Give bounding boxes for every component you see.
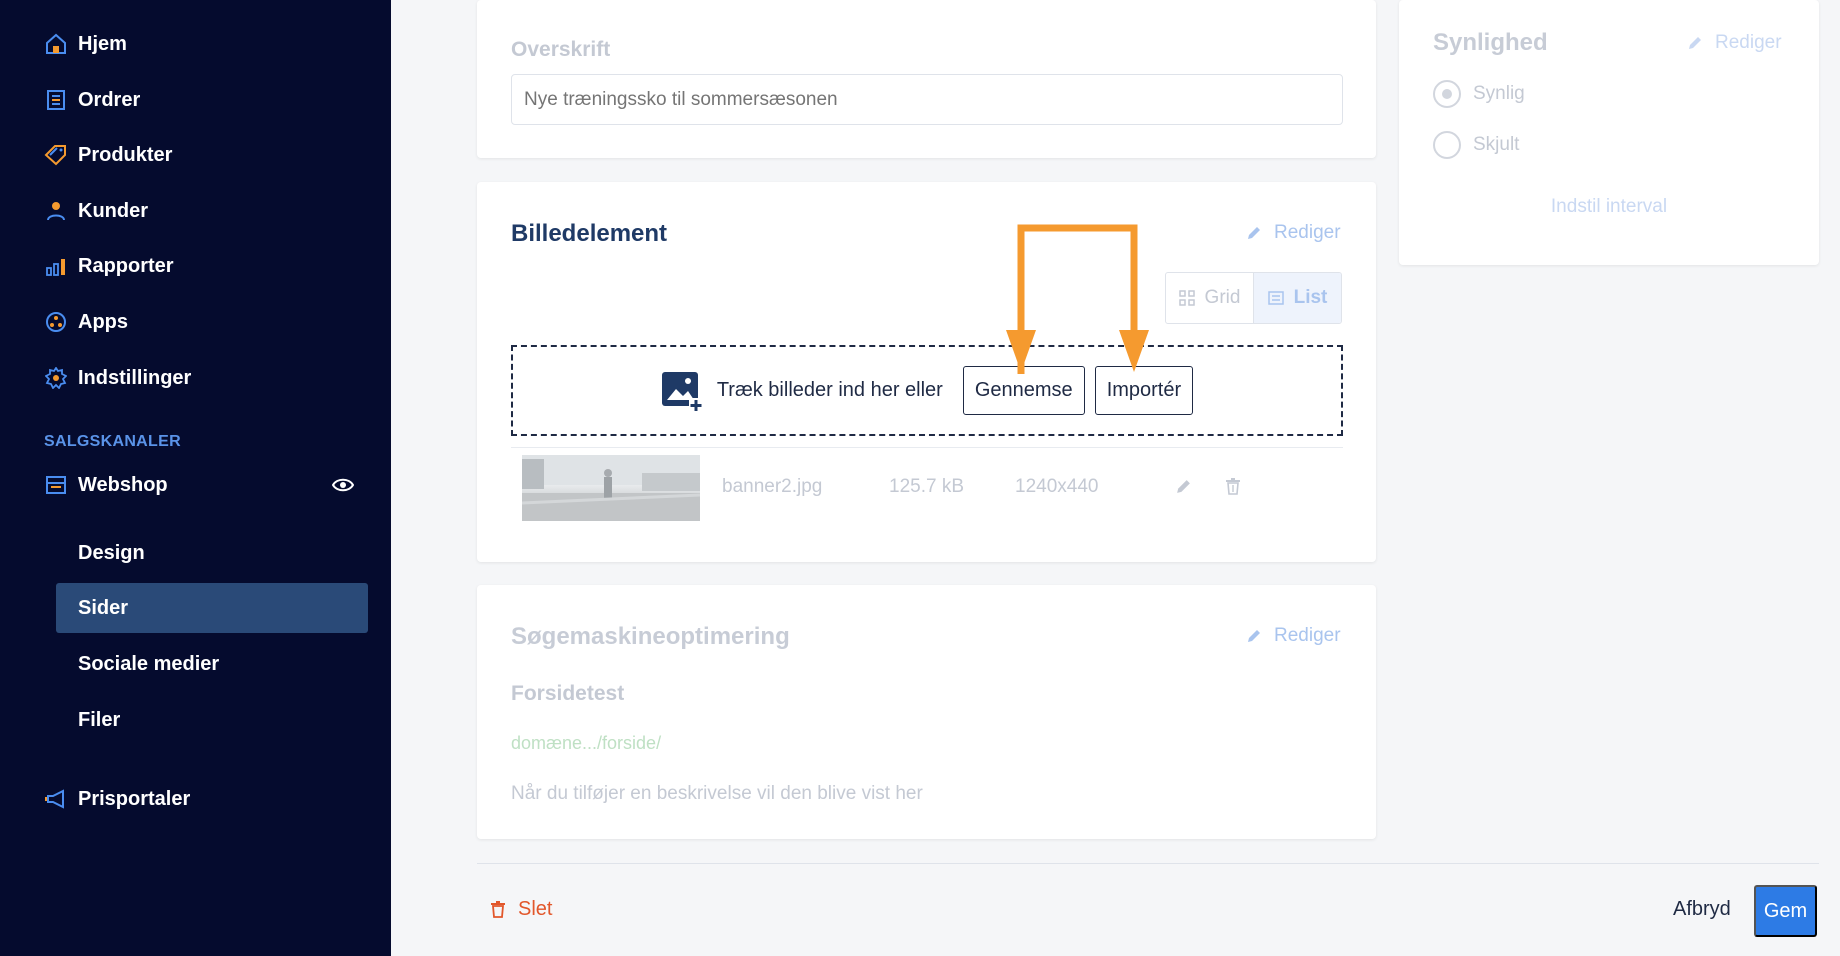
nav-item-kunder[interactable]: Kunder [44,196,148,226]
cancel-button[interactable]: Afbryd [1673,898,1731,921]
gear-icon [44,366,68,390]
sidebar: Hjem Ordrer Produkter Kunder Rapporter A… [0,0,391,956]
nav-item-label: Indstillinger [78,366,192,389]
nav-item-label: Hjem [78,32,127,55]
seo-card: Søgemaskineoptimering Rediger Forsidetes… [477,585,1376,839]
heading-field-label: Overskrift [511,38,611,61]
pencil-icon [1689,37,1701,49]
browse-button[interactable]: Gennemse [962,366,1085,415]
dropzone-text: Træk billeder ind her eller [716,379,943,401]
nav-item-label: Rapporter [78,254,174,277]
list-view-button[interactable]: List [1253,273,1341,323]
file-row: banner2.jpg 125.7 kB 1240x440 [511,447,1343,527]
file-size: 125.7 kB [889,476,964,497]
trash-icon[interactable] [1225,478,1241,500]
heading-card: Overskrift [477,0,1376,158]
home-icon [44,32,68,56]
nav-item-label: Produkter [78,143,173,166]
sidebar-item-design[interactable]: Design [56,528,368,578]
nav-item-label: Ordrer [78,88,141,111]
nav-item-webshop[interactable]: Webshop [44,470,168,500]
nav-item-ordrer[interactable]: Ordrer [44,85,140,115]
nav-item-produkter[interactable]: Produkter [44,140,172,170]
sidebar-item-sociale-medier[interactable]: Sociale medier [56,639,368,689]
apps-icon [44,310,68,334]
nav-item-hjem[interactable]: Hjem [44,29,127,59]
nav-item-apps[interactable]: Apps [44,307,128,337]
edit-label: Rediger [1715,32,1782,53]
radio-skjult[interactable]: Skjult [1433,131,1519,159]
file-name: banner2.jpg [722,476,823,497]
bar-chart-icon [44,254,68,278]
grid-icon [1178,290,1195,306]
nav-item-label: Webshop [78,473,168,496]
radio-indicator [1433,80,1461,108]
card-title: Søgemaskineoptimering [511,623,790,650]
footer-divider [477,863,1819,864]
card-title: Synlighed [1433,29,1548,56]
delete-button[interactable]: Slet [490,898,552,921]
seo-url: domæne.../forside/ [511,733,662,753]
edit-button[interactable]: Rediger [1687,32,1782,54]
image-element-card: Billedelement Rediger Grid List Træk bil… [477,182,1376,562]
tag-icon [44,143,68,167]
radio-label: Synlig [1473,83,1525,104]
pencil-icon [1248,227,1260,239]
store-icon [44,473,68,497]
import-button[interactable]: Importér [1094,366,1194,415]
radio-synlig[interactable]: Synlig [1433,80,1525,108]
view-toggle: Grid List [1165,272,1342,324]
sidebar-item-sider[interactable]: Sider [56,583,368,633]
image-dropzone[interactable]: Træk billeder ind her eller Gennemse Imp… [511,345,1343,436]
seo-page-title: Forsidetest [511,682,625,705]
nav-item-label: Kunder [78,199,148,222]
megaphone-icon [44,787,68,811]
orders-icon [44,88,68,112]
set-interval-link[interactable]: Indstil interval [1399,196,1819,218]
list-label: List [1293,287,1328,308]
pencil-icon [1248,630,1260,642]
grid-view-button[interactable]: Grid [1166,273,1253,323]
edit-label: Rediger [1274,222,1341,243]
radio-label: Skjult [1473,134,1520,155]
file-dimensions: 1240x440 [1015,476,1099,497]
section-label-salgskanaler: SALGSKANALER [44,433,181,450]
list-icon [1267,291,1284,305]
edit-button[interactable]: Rediger [1246,625,1341,647]
edit-button[interactable]: Rediger [1246,222,1341,244]
nav-item-rapporter[interactable]: Rapporter [44,251,174,281]
nav-item-prisportaler[interactable]: Prisportaler [44,784,190,814]
grid-label: Grid [1204,287,1241,308]
eye-icon[interactable] [331,474,355,496]
edit-label: Rediger [1274,625,1341,646]
nav-item-label: Prisportaler [78,787,191,810]
user-icon [44,199,68,223]
image-add-icon [661,371,703,412]
seo-description: Når du tilføjer en beskrivelse vil den b… [511,783,923,804]
sidebar-item-filer[interactable]: Filer [56,695,368,745]
save-button[interactable]: Gem [1754,885,1817,937]
card-title: Billedelement [511,220,668,247]
image-thumbnail[interactable] [522,455,700,521]
visibility-card: Synlighed Rediger Synlig Skjult Indstil … [1399,0,1819,265]
nav-item-label: Apps [78,310,128,333]
heading-input[interactable] [511,74,1343,125]
delete-label: Slet [518,898,553,920]
trash-icon [491,901,505,918]
pencil-icon[interactable] [1175,478,1192,500]
radio-indicator [1433,131,1461,159]
nav-item-indstillinger[interactable]: Indstillinger [44,363,191,393]
